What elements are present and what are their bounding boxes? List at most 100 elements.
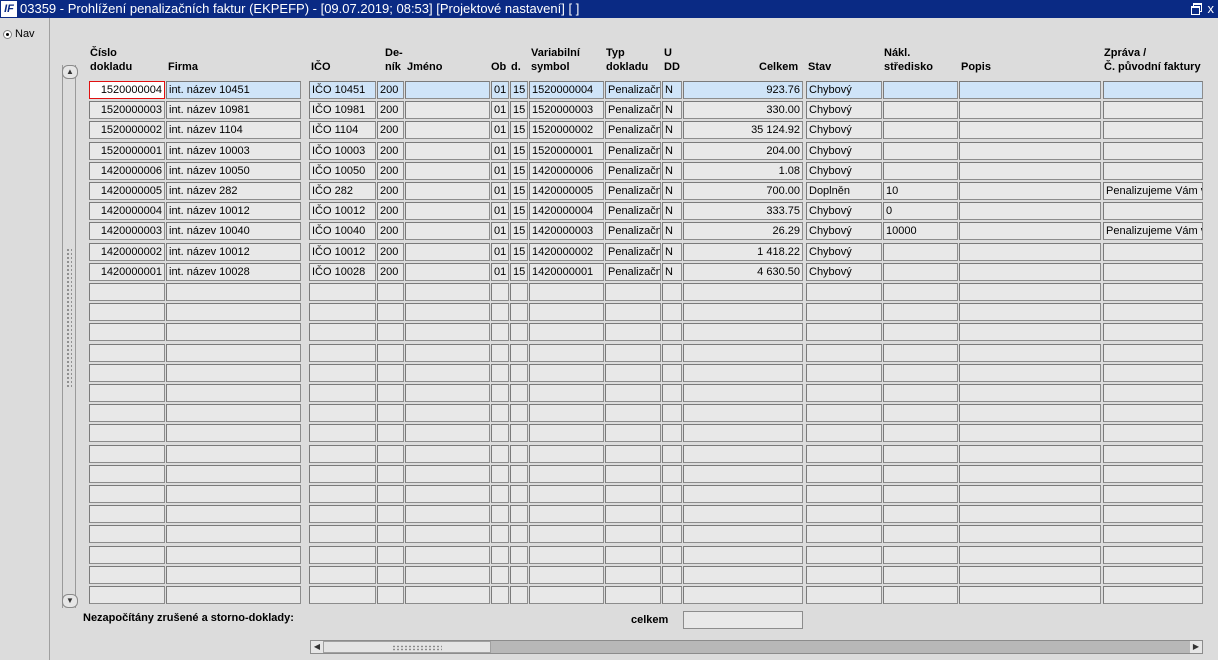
- cell-celkem[interactable]: 330.00: [683, 101, 803, 119]
- cell-cislo[interactable]: [89, 404, 165, 422]
- cell-jmeno[interactable]: [405, 445, 490, 463]
- cell-vs[interactable]: 1520000004: [529, 81, 604, 99]
- cell-d[interactable]: [510, 566, 528, 584]
- cell-d[interactable]: [510, 445, 528, 463]
- cell-cislo[interactable]: [89, 525, 165, 543]
- cell-stav[interactable]: Doplněn: [806, 182, 882, 200]
- scroll-thumb-grip[interactable]: [66, 248, 72, 388]
- cell-denik[interactable]: [377, 525, 404, 543]
- cell-jmeno[interactable]: [405, 505, 490, 523]
- cell-vs[interactable]: [529, 384, 604, 402]
- cell-zprava[interactable]: [1103, 404, 1203, 422]
- cell-zprava[interactable]: [1103, 546, 1203, 564]
- cell-celkem[interactable]: [683, 465, 803, 483]
- cell-typ[interactable]: Penalizačn: [605, 202, 661, 220]
- cell-vs[interactable]: [529, 485, 604, 503]
- cell-nakl[interactable]: [883, 404, 958, 422]
- cell-denik[interactable]: [377, 384, 404, 402]
- cell-typ[interactable]: [605, 404, 661, 422]
- cell-typ[interactable]: Penalizačn: [605, 162, 661, 180]
- cell-stav[interactable]: [806, 546, 882, 564]
- cell-d[interactable]: [510, 465, 528, 483]
- cell-nakl[interactable]: [883, 485, 958, 503]
- cell-ob[interactable]: 01: [491, 101, 509, 119]
- cell-cislo[interactable]: [89, 384, 165, 402]
- cell-d[interactable]: [510, 323, 528, 341]
- cell-denik[interactable]: [377, 566, 404, 584]
- cell-ico[interactable]: [309, 404, 376, 422]
- cell-firma[interactable]: [166, 586, 301, 604]
- cell-ico[interactable]: [309, 364, 376, 382]
- cell-cislo[interactable]: [89, 283, 165, 301]
- cell-celkem[interactable]: 35 124.92: [683, 121, 803, 139]
- cell-ico[interactable]: IČO 10028: [309, 263, 376, 281]
- cell-nakl[interactable]: [883, 323, 958, 341]
- cell-popis[interactable]: [959, 424, 1101, 442]
- cell-stav[interactable]: Chybový: [806, 243, 882, 261]
- cell-d[interactable]: [510, 404, 528, 422]
- cell-udd[interactable]: N: [662, 202, 682, 220]
- cell-d[interactable]: [510, 424, 528, 442]
- cell-celkem[interactable]: 204.00: [683, 142, 803, 160]
- cell-zprava[interactable]: [1103, 162, 1203, 180]
- cell-nakl[interactable]: [883, 162, 958, 180]
- cell-ob[interactable]: [491, 344, 509, 362]
- cell-ob[interactable]: [491, 404, 509, 422]
- cell-celkem[interactable]: 700.00: [683, 182, 803, 200]
- cell-typ[interactable]: [605, 344, 661, 362]
- cell-ico[interactable]: IČO 1104: [309, 121, 376, 139]
- cell-ico[interactable]: [309, 546, 376, 564]
- cell-celkem[interactable]: [683, 445, 803, 463]
- cell-ob[interactable]: [491, 384, 509, 402]
- cell-zprava[interactable]: [1103, 283, 1203, 301]
- cell-stav[interactable]: Chybový: [806, 263, 882, 281]
- cell-d[interactable]: [510, 344, 528, 362]
- cell-ob[interactable]: [491, 283, 509, 301]
- cell-vs[interactable]: [529, 505, 604, 523]
- cell-popis[interactable]: [959, 182, 1101, 200]
- horizontal-scrollbar[interactable]: ◀ ▶: [310, 640, 1203, 654]
- cell-denik[interactable]: [377, 465, 404, 483]
- cell-stav[interactable]: [806, 424, 882, 442]
- cell-jmeno[interactable]: [405, 222, 490, 240]
- cell-zprava[interactable]: [1103, 344, 1203, 362]
- cell-firma[interactable]: [166, 485, 301, 503]
- cell-jmeno[interactable]: [405, 424, 490, 442]
- cell-jmeno[interactable]: [405, 121, 490, 139]
- cell-stav[interactable]: [806, 283, 882, 301]
- cell-ico[interactable]: [309, 424, 376, 442]
- cell-firma[interactable]: [166, 384, 301, 402]
- scroll-up-icon[interactable]: ▲: [62, 65, 78, 79]
- cell-denik[interactable]: 200: [377, 142, 404, 160]
- cell-udd[interactable]: N: [662, 263, 682, 281]
- cell-ob[interactable]: [491, 303, 509, 321]
- cell-ico[interactable]: [309, 445, 376, 463]
- cell-celkem[interactable]: [683, 323, 803, 341]
- cell-typ[interactable]: [605, 364, 661, 382]
- cell-firma[interactable]: int. název 10012: [166, 243, 301, 261]
- cell-firma[interactable]: int. název 10981: [166, 101, 301, 119]
- cell-udd[interactable]: [662, 323, 682, 341]
- cell-ob[interactable]: 01: [491, 202, 509, 220]
- cell-popis[interactable]: [959, 485, 1101, 503]
- cell-ico[interactable]: [309, 384, 376, 402]
- cell-denik[interactable]: [377, 586, 404, 604]
- cell-cislo[interactable]: 1420000002: [89, 243, 165, 261]
- cell-nakl[interactable]: [883, 263, 958, 281]
- cell-ico[interactable]: IČO 10012: [309, 202, 376, 220]
- cell-popis[interactable]: [959, 364, 1101, 382]
- cell-zprava[interactable]: [1103, 505, 1203, 523]
- cell-firma[interactable]: [166, 525, 301, 543]
- cell-popis[interactable]: [959, 142, 1101, 160]
- cell-ob[interactable]: 01: [491, 81, 509, 99]
- cell-typ[interactable]: [605, 546, 661, 564]
- cell-ico[interactable]: IČO 10050: [309, 162, 376, 180]
- cell-d[interactable]: [510, 586, 528, 604]
- cell-celkem[interactable]: [683, 303, 803, 321]
- cell-denik[interactable]: 200: [377, 121, 404, 139]
- cell-ob[interactable]: [491, 546, 509, 564]
- cell-denik[interactable]: 200: [377, 162, 404, 180]
- cell-cislo[interactable]: [89, 546, 165, 564]
- cell-celkem[interactable]: [683, 364, 803, 382]
- cell-udd[interactable]: N: [662, 81, 682, 99]
